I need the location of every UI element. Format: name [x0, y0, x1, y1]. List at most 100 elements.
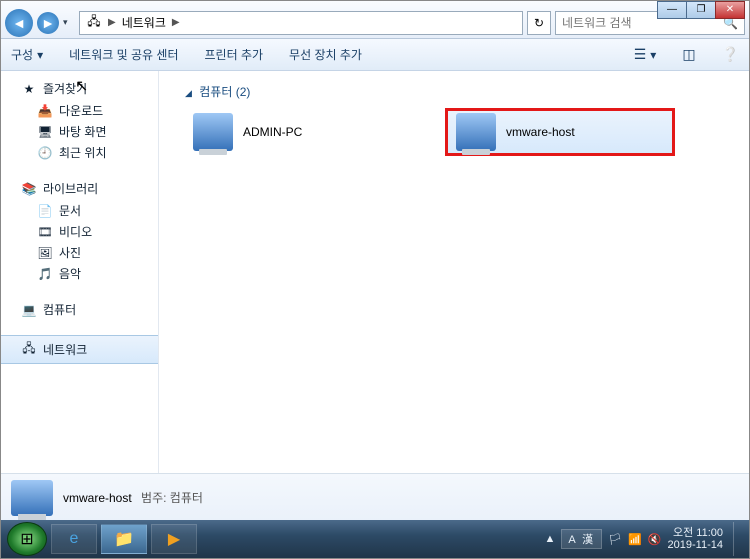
sidebar-item-videos[interactable]: 🎞 비디오	[1, 221, 158, 242]
sidebar-network-label: 네트워크	[43, 341, 87, 358]
tray-clock[interactable]: 오전 11:00 2019-11-14	[668, 527, 723, 551]
sidebar-item-label: 문서	[59, 202, 81, 219]
computer-label: vmware-host	[506, 125, 575, 139]
computer-label: ADMIN-PC	[243, 125, 302, 139]
computer-icon	[456, 113, 496, 151]
language-indicator[interactable]: A 漢	[561, 529, 602, 549]
tray-time: 오전 11:00	[668, 527, 723, 539]
tray-network-icon[interactable]: 📶	[628, 533, 642, 546]
sidebar-item-desktop[interactable]: 🖥 바탕 화면	[1, 121, 158, 142]
window-controls: — ❐ ✕	[658, 1, 745, 19]
start-button[interactable]: ⊞	[7, 522, 47, 556]
breadcrumb-sep-icon: ▶	[108, 17, 116, 28]
navigation-sidebar: ★ 즐겨찾기 📥 다운로드 🖥 바탕 화면 🕘 최근 위치 📚라이브러리 📄 문서 🎞 비디…	[1, 71, 159, 473]
sidebar-item-documents[interactable]: 📄 문서	[1, 200, 158, 221]
main-area: ★ 즐겨찾기 📥 다운로드 🖥 바탕 화면 🕘 최근 위치 📚라이브러리 📄 문서 🎞 비디…	[1, 71, 749, 473]
nav-history-dropdown[interactable]: ▾	[63, 17, 75, 28]
sidebar-item-label: 음악	[59, 265, 81, 282]
sidebar-item-music[interactable]: 🎵 음악	[1, 263, 158, 284]
recent-icon: 🕘	[37, 146, 53, 160]
show-desktop-button[interactable]	[733, 522, 743, 556]
address-box[interactable]: 🖧 ▶ 네트워크 ▶	[79, 11, 523, 35]
details-category-label: 범주:	[141, 491, 166, 505]
sidebar-item-pictures[interactable]: 🖼 사진	[1, 242, 158, 263]
computer-item-vmware-host[interactable]: vmware-host	[445, 108, 675, 156]
nav-forward-button[interactable]: ►	[37, 12, 59, 34]
network-icon: 🖧	[86, 12, 102, 33]
group-header-label: 컴퓨터 (2)	[199, 85, 250, 99]
sidebar-item-label: 바탕 화면	[59, 123, 107, 140]
computer-icon	[11, 480, 53, 516]
sidebar-item-recent[interactable]: 🕘 최근 위치	[1, 142, 158, 163]
tray-flag-icon[interactable]: ▲	[544, 533, 555, 545]
ie-icon: e	[70, 530, 79, 548]
caret-down-icon: ◢	[185, 88, 192, 98]
nav-back-button[interactable]: ◄	[5, 9, 33, 37]
taskbar-item-explorer[interactable]: 📁	[101, 524, 147, 554]
sidebar-libraries-group: 📚라이브러리 📄 문서 🎞 비디오 🖼 사진 🎵 음악	[1, 177, 158, 284]
sidebar-libraries-label: 라이브러리	[43, 180, 98, 197]
minimize-button[interactable]: —	[657, 1, 687, 19]
sidebar-libraries[interactable]: 📚라이브러리	[1, 177, 158, 200]
desktop-icon: 🖥	[37, 125, 53, 139]
add-printer-button[interactable]: 프린터 추가	[205, 46, 264, 63]
sidebar-item-downloads[interactable]: 📥 다운로드	[1, 100, 158, 121]
details-category-value: 컴퓨터	[170, 491, 203, 505]
sidebar-item-label: 비디오	[59, 223, 92, 240]
address-bar-row: ◄ ► ▾ 🖧 ▶ 네트워크 ▶ ↻ 🔍	[1, 1, 749, 39]
content-pane: ◢ 컴퓨터 (2) ADMIN-PC vmware-host	[159, 71, 749, 473]
toolbar: 구성 ▾ 네트워크 및 공유 센터 프린터 추가 무선 장치 추가 ☰▾ ◫ ❔	[1, 39, 749, 71]
details-name: vmware-host	[63, 491, 132, 505]
sidebar-computer-group: 💻컴퓨터	[1, 298, 158, 321]
preview-pane-button[interactable]: ◫	[682, 46, 695, 63]
chevron-down-icon: ▾	[37, 48, 43, 62]
view-icon: ☰	[634, 46, 647, 63]
taskbar-item-ie[interactable]: e	[51, 524, 97, 554]
taskbar-item-media-player[interactable]: ▶	[151, 524, 197, 554]
tray-action-center-icon[interactable]: 🏳	[608, 533, 622, 546]
refresh-button[interactable]: ↻	[527, 11, 551, 35]
sidebar-item-label: 최근 위치	[59, 144, 107, 161]
network-sharing-center-button[interactable]: 네트워크 및 공유 센터	[69, 46, 178, 63]
maximize-button[interactable]: ❐	[686, 1, 716, 19]
sidebar-computer[interactable]: 💻컴퓨터	[1, 298, 158, 321]
close-button[interactable]: ✕	[715, 1, 745, 19]
system-tray: ▲ A 漢 🏳 📶 🔇 오전 11:00 2019-11-14	[544, 522, 743, 556]
organize-menu[interactable]: 구성 ▾	[11, 46, 43, 63]
computer-item-admin-pc[interactable]: ADMIN-PC	[185, 108, 415, 156]
sidebar-network[interactable]: 🖧 네트워크	[1, 335, 158, 364]
organize-label: 구성	[11, 46, 33, 63]
group-header-computers[interactable]: ◢ 컴퓨터 (2)	[171, 79, 737, 108]
tray-date: 2019-11-14	[668, 539, 723, 551]
tray-volume-icon[interactable]: 🔇	[648, 533, 662, 546]
view-menu[interactable]: ☰▾	[634, 46, 657, 63]
details-pane: vmware-host 범주: 컴퓨터	[1, 473, 749, 521]
sidebar-item-label: 다운로드	[59, 102, 103, 119]
music-icon: 🎵	[37, 267, 53, 281]
sidebar-favorites[interactable]: ★ 즐겨찾기	[1, 77, 158, 100]
details-meta: vmware-host 범주: 컴퓨터	[63, 489, 203, 506]
help-button[interactable]: ❔	[722, 46, 739, 63]
sidebar-favorites-group: ★ 즐겨찾기 📥 다운로드 🖥 바탕 화면 🕘 최근 위치	[1, 77, 158, 163]
video-icon: 🎞	[37, 225, 53, 239]
items-row: ADMIN-PC vmware-host	[171, 108, 737, 156]
preview-pane-icon: ◫	[682, 46, 695, 63]
picture-icon: 🖼	[37, 246, 53, 260]
help-icon: ❔	[722, 46, 739, 63]
star-icon: ★	[21, 82, 37, 96]
sidebar-favorites-label: 즐겨찾기	[43, 80, 87, 97]
computer-icon: 💻	[21, 303, 37, 317]
taskbar: ⊞ e 📁 ▶ ▲ A 漢 🏳 📶 🔇 오전 11:00 2019-11-14	[1, 520, 749, 558]
media-player-icon: ▶	[168, 529, 180, 549]
folder-icon: 📥	[37, 104, 53, 118]
breadcrumb-network[interactable]: 네트워크	[122, 14, 166, 31]
computer-icon	[193, 113, 233, 151]
sidebar-network-group: 🖧 네트워크	[1, 335, 158, 364]
chevron-down-icon: ▾	[650, 48, 656, 62]
sidebar-item-label: 사진	[59, 244, 81, 261]
document-icon: 📄	[37, 204, 53, 218]
windows-logo-icon: ⊞	[20, 529, 33, 549]
add-wireless-device-button[interactable]: 무선 장치 추가	[289, 46, 362, 63]
network-icon: 🖧	[21, 339, 37, 360]
folder-icon: 📁	[114, 529, 134, 549]
